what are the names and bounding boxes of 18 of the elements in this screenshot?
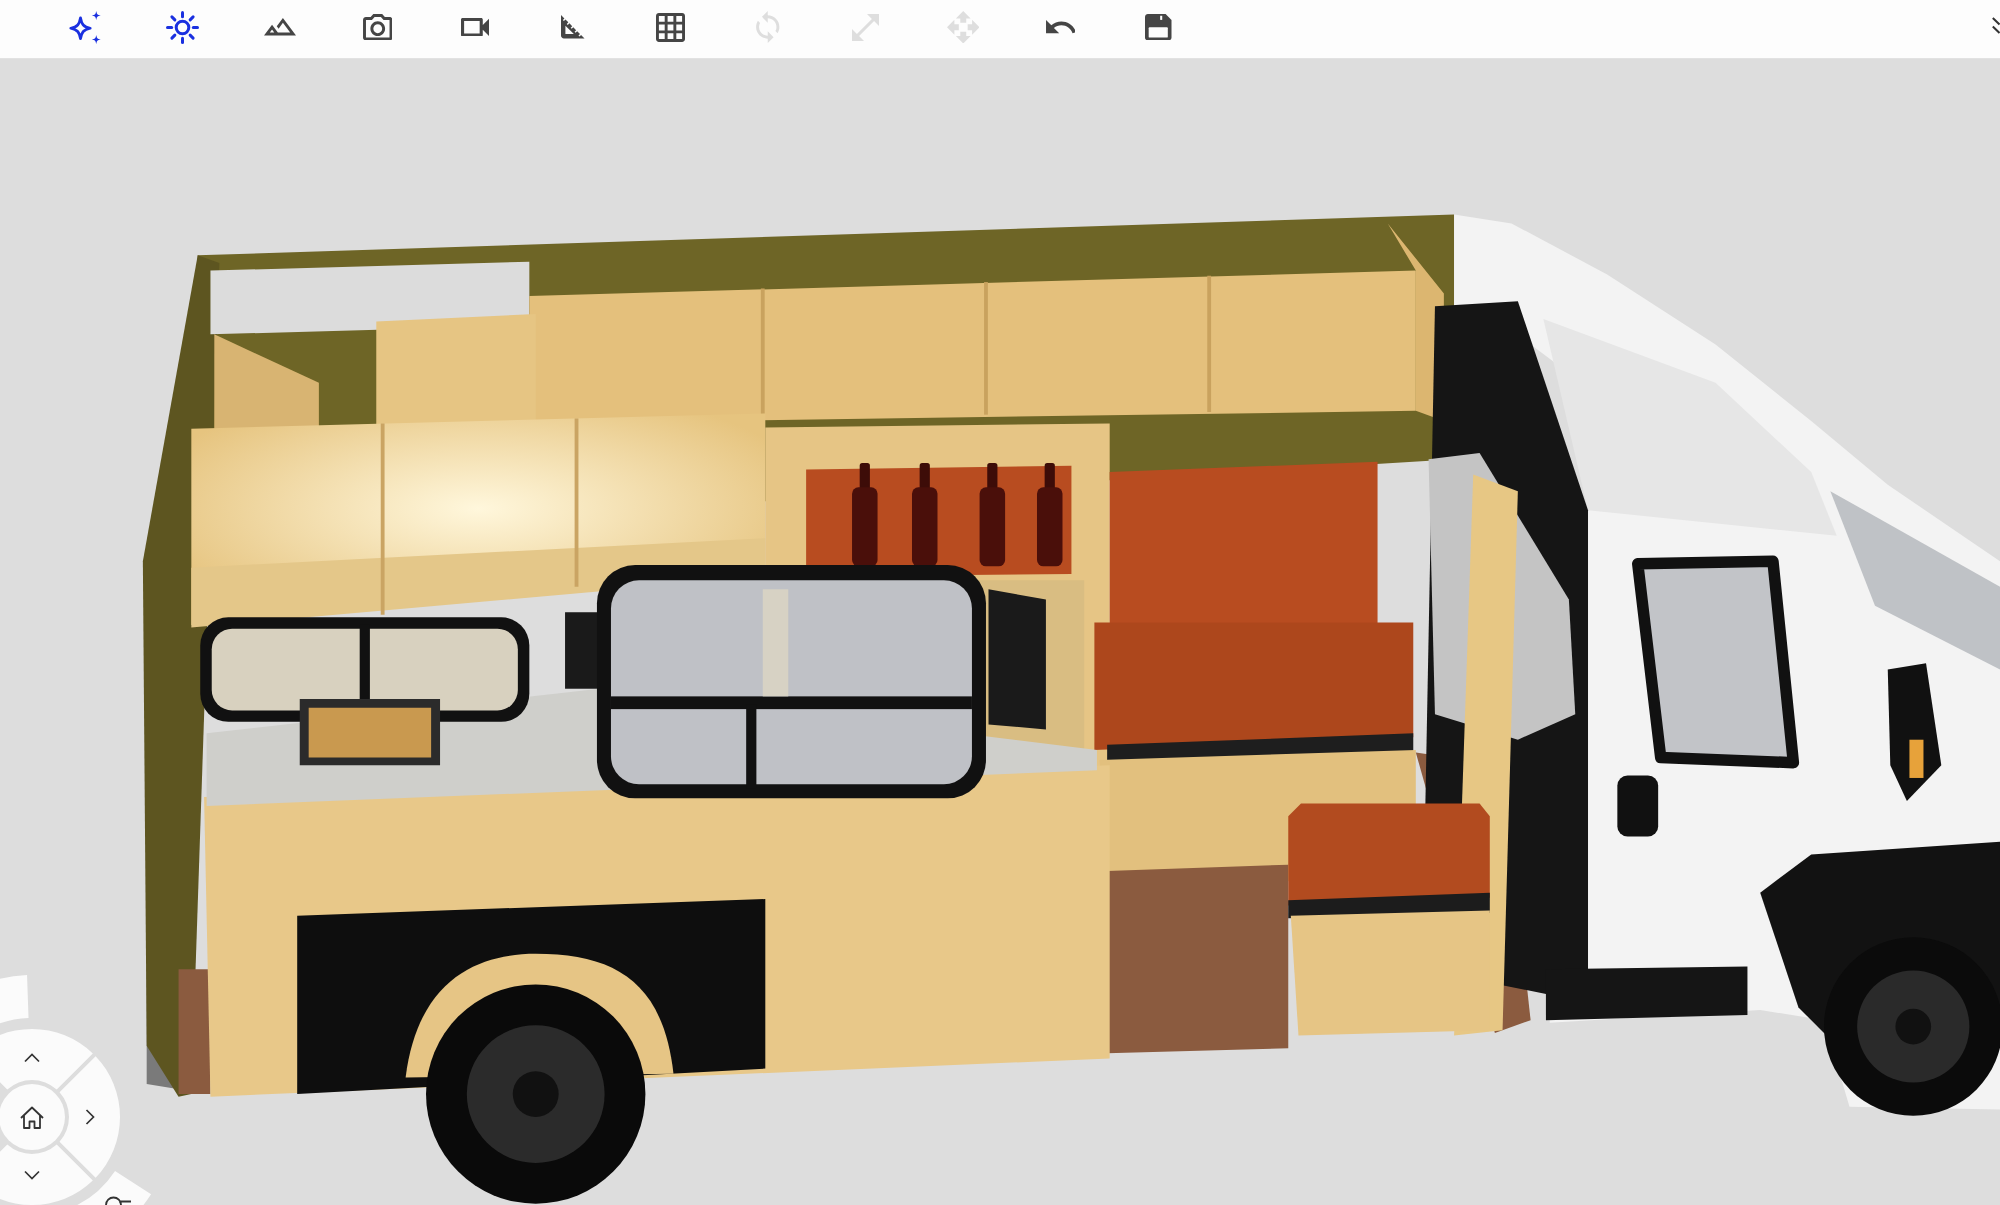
- double-chevron-icon[interactable]: [1992, 17, 2000, 35]
- four-way-arrows-icon: [946, 10, 980, 44]
- chevron-right-icon: [85, 1109, 95, 1125]
- grid-icon: [655, 12, 685, 42]
- circular-arrows-icon: [756, 11, 780, 43]
- magnifier-icon: [105, 1196, 132, 1205]
- video-camera-icon: [461, 17, 490, 37]
- undo-icon: [1046, 20, 1076, 34]
- sparkles-icon: [68, 10, 101, 44]
- chevron-up-icon: [24, 1053, 40, 1063]
- home-button[interactable]: [0, 1084, 65, 1150]
- zoom-button[interactable]: [77, 1170, 152, 1205]
- camera-icon: [362, 13, 393, 41]
- diagonal-arrow-icon: [852, 13, 880, 41]
- mountains-icon: [264, 18, 296, 36]
- home-icon: [20, 1106, 44, 1129]
- sun-icon: [165, 10, 199, 44]
- chevron-down-icon: [24, 1170, 40, 1180]
